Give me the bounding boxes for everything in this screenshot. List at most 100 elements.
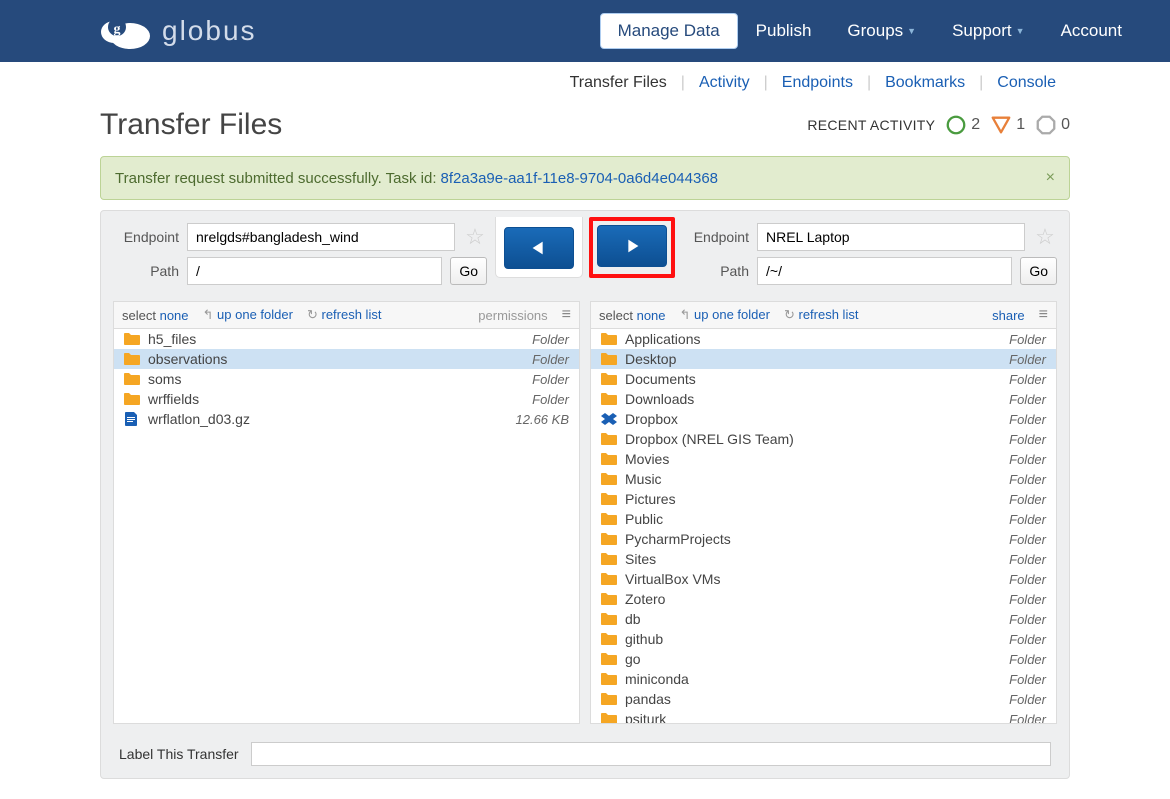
file-name: Public [625, 511, 1009, 527]
file-row[interactable]: DownloadsFolder [591, 389, 1056, 409]
left-path-input[interactable] [187, 257, 442, 285]
file-name: db [625, 611, 1009, 627]
logo[interactable]: g globus [100, 12, 257, 50]
file-name: VirtualBox VMs [625, 571, 1009, 587]
file-meta: Folder [1009, 392, 1046, 407]
arrow-right-icon [621, 235, 643, 257]
sub-nav-endpoints[interactable]: Endpoints [768, 74, 867, 92]
refresh-link[interactable]: refresh list [321, 307, 381, 322]
file-row[interactable]: somsFolder [114, 369, 579, 389]
file-row[interactable]: PycharmProjectsFolder [591, 529, 1056, 549]
left-endpoint-input[interactable] [187, 223, 455, 251]
file-row[interactable]: minicondaFolder [591, 669, 1056, 689]
sub-nav-bookmarks[interactable]: Bookmarks [871, 74, 979, 92]
file-row[interactable]: githubFolder [591, 629, 1056, 649]
file-meta: Folder [1009, 412, 1046, 427]
up-folder-link[interactable]: up one folder [217, 307, 293, 322]
folder-icon [601, 392, 617, 406]
select-none-link[interactable]: none [160, 308, 189, 323]
nav-item-manage-data[interactable]: Manage Data [600, 13, 738, 49]
left-endpoint-group: Endpoint ☆ Path Go [113, 223, 487, 291]
file-row[interactable]: PublicFolder [591, 509, 1056, 529]
nav-item-support[interactable]: Support▼ [934, 13, 1042, 49]
file-row[interactable]: goFolder [591, 649, 1056, 669]
path-label: Path [113, 263, 179, 279]
select-label: select [599, 308, 633, 323]
label-transfer-label: Label This Transfer [119, 746, 239, 762]
star-icon[interactable]: ☆ [463, 224, 487, 250]
folder-icon [601, 492, 617, 506]
file-row[interactable]: wrffieldsFolder [114, 389, 579, 409]
right-path-input[interactable] [757, 257, 1012, 285]
nav-item-account[interactable]: Account [1043, 13, 1140, 49]
folder-icon [124, 352, 140, 366]
activity-success-count[interactable]: 2 [945, 114, 980, 136]
file-row[interactable]: MusicFolder [591, 469, 1056, 489]
left-go-button[interactable]: Go [450, 257, 487, 285]
nav-item-groups[interactable]: Groups▼ [829, 13, 934, 49]
permissions-link[interactable]: permissions [478, 308, 547, 323]
file-row[interactable]: DropboxFolder [591, 409, 1056, 429]
sub-nav-console[interactable]: Console [983, 74, 1070, 92]
sub-nav-transfer-files[interactable]: Transfer Files [556, 74, 681, 92]
folder-icon [601, 512, 617, 526]
file-row[interactable]: observationsFolder [114, 349, 579, 369]
hamburger-icon[interactable]: ≡ [562, 306, 571, 324]
folder-icon [124, 372, 140, 386]
banner-task-id[interactable]: 8f2a3a9e-aa1f-11e8-9704-0a6d4e044368 [441, 170, 718, 187]
file-name: Music [625, 471, 1009, 487]
file-row[interactable]: DocumentsFolder [591, 369, 1056, 389]
hamburger-icon[interactable]: ≡ [1039, 306, 1048, 324]
right-endpoint-group: Endpoint ☆ Path Go [683, 223, 1057, 291]
refresh-icon: ↻ [307, 307, 318, 322]
up-arrow-icon: ↰ [680, 307, 691, 322]
up-folder-link[interactable]: up one folder [694, 307, 770, 322]
refresh-link[interactable]: refresh list [798, 307, 858, 322]
file-name: pandas [625, 691, 1009, 707]
file-row[interactable]: PicturesFolder [591, 489, 1056, 509]
transfer-left-button[interactable] [504, 227, 574, 269]
file-meta: Folder [1009, 592, 1046, 607]
left-file-pane: select none ↰ up one folder ↻ refresh li… [113, 301, 580, 724]
folder-icon [601, 532, 617, 546]
file-row[interactable]: ApplicationsFolder [591, 329, 1056, 349]
file-meta: Folder [1009, 692, 1046, 707]
top-nav: Manage DataPublishGroups▼Support▼Account [600, 13, 1140, 49]
label-transfer-input[interactable] [251, 742, 1051, 766]
file-row[interactable]: DesktopFolder [591, 349, 1056, 369]
folder-icon [124, 332, 140, 346]
star-icon[interactable]: ☆ [1033, 224, 1057, 250]
file-row[interactable]: wrflatlon_d03.gz12.66 KB [114, 409, 579, 429]
banner-close-icon[interactable]: × [1046, 169, 1055, 187]
file-row[interactable]: MoviesFolder [591, 449, 1056, 469]
sub-nav-activity[interactable]: Activity [685, 74, 764, 92]
nav-item-publish[interactable]: Publish [738, 13, 830, 49]
right-file-pane: select none ↰ up one folder ↻ refresh li… [590, 301, 1057, 724]
activity-warning-count[interactable]: 1 [990, 114, 1025, 136]
file-row[interactable]: h5_filesFolder [114, 329, 579, 349]
file-row[interactable]: Dropbox (NREL GIS Team)Folder [591, 429, 1056, 449]
folder-icon [601, 652, 617, 666]
share-link[interactable]: share [992, 308, 1025, 323]
svg-text:g: g [114, 22, 121, 37]
file-row[interactable]: dbFolder [591, 609, 1056, 629]
dropbox-icon [601, 412, 617, 426]
file-meta: Folder [1009, 612, 1046, 627]
file-name: github [625, 631, 1009, 647]
octagon-icon [1035, 114, 1057, 136]
select-none-link[interactable]: none [637, 308, 666, 323]
folder-icon [601, 572, 617, 586]
right-go-button[interactable]: Go [1020, 257, 1057, 285]
file-row[interactable]: ZoteroFolder [591, 589, 1056, 609]
file-row[interactable]: pandasFolder [591, 689, 1056, 709]
file-row[interactable]: VirtualBox VMsFolder [591, 569, 1056, 589]
transfer-right-button[interactable] [597, 225, 667, 267]
file-meta: Folder [1009, 552, 1046, 567]
folder-icon [124, 392, 140, 406]
activity-other-count[interactable]: 0 [1035, 114, 1070, 136]
right-endpoint-input[interactable] [757, 223, 1025, 251]
file-name: wrflatlon_d03.gz [148, 411, 516, 427]
file-row[interactable]: psiturkFolder [591, 709, 1056, 724]
file-name: Movies [625, 451, 1009, 467]
file-row[interactable]: SitesFolder [591, 549, 1056, 569]
